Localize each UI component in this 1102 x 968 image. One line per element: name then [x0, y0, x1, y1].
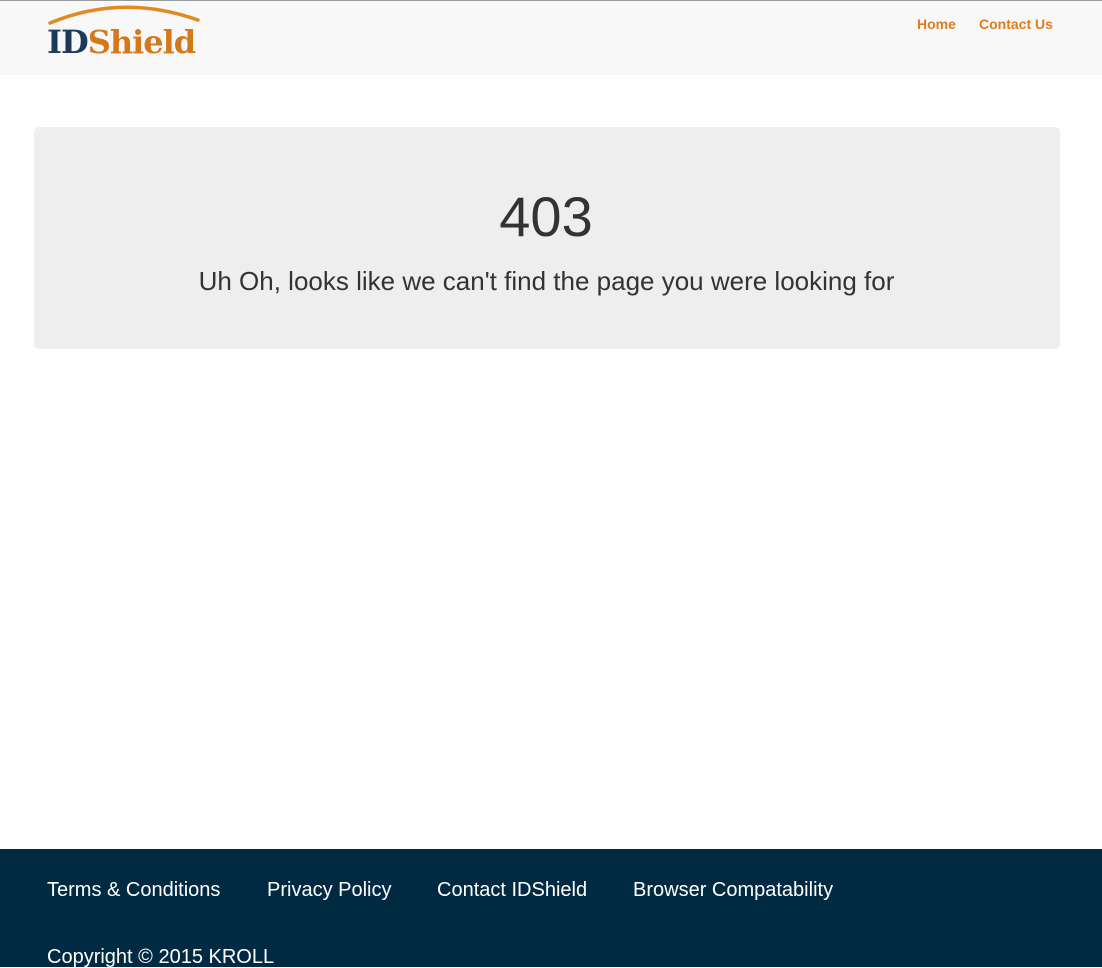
footer-contact-idshield-link[interactable]: Contact IDShield	[437, 879, 587, 901]
error-message: Uh Oh, looks like we can't find the page…	[198, 266, 895, 296]
nav-contact-us-link[interactable]: Contact Us	[979, 16, 1053, 32]
footer-privacy-link[interactable]: Privacy Policy	[267, 879, 391, 901]
idshield-logo-graphic: IDShield	[47, 5, 200, 59]
idshield-logo[interactable]: IDShield	[46, 1, 206, 59]
error-code: 403	[499, 185, 593, 248]
navbar: IDShield Home Contact Us	[0, 1, 1102, 75]
logo-text-shield: Shield	[88, 23, 196, 59]
footer-terms-link[interactable]: Terms & Conditions	[47, 879, 220, 901]
copyright-text: Copyright © 2015 KROLL	[47, 946, 275, 968]
svg-text:IDShield: IDShield	[47, 23, 196, 59]
logo-text-id: ID	[47, 23, 88, 59]
nav-home-link[interactable]: Home	[917, 16, 956, 32]
footer-browser-compatability-link[interactable]: Browser Compatability	[633, 879, 833, 901]
